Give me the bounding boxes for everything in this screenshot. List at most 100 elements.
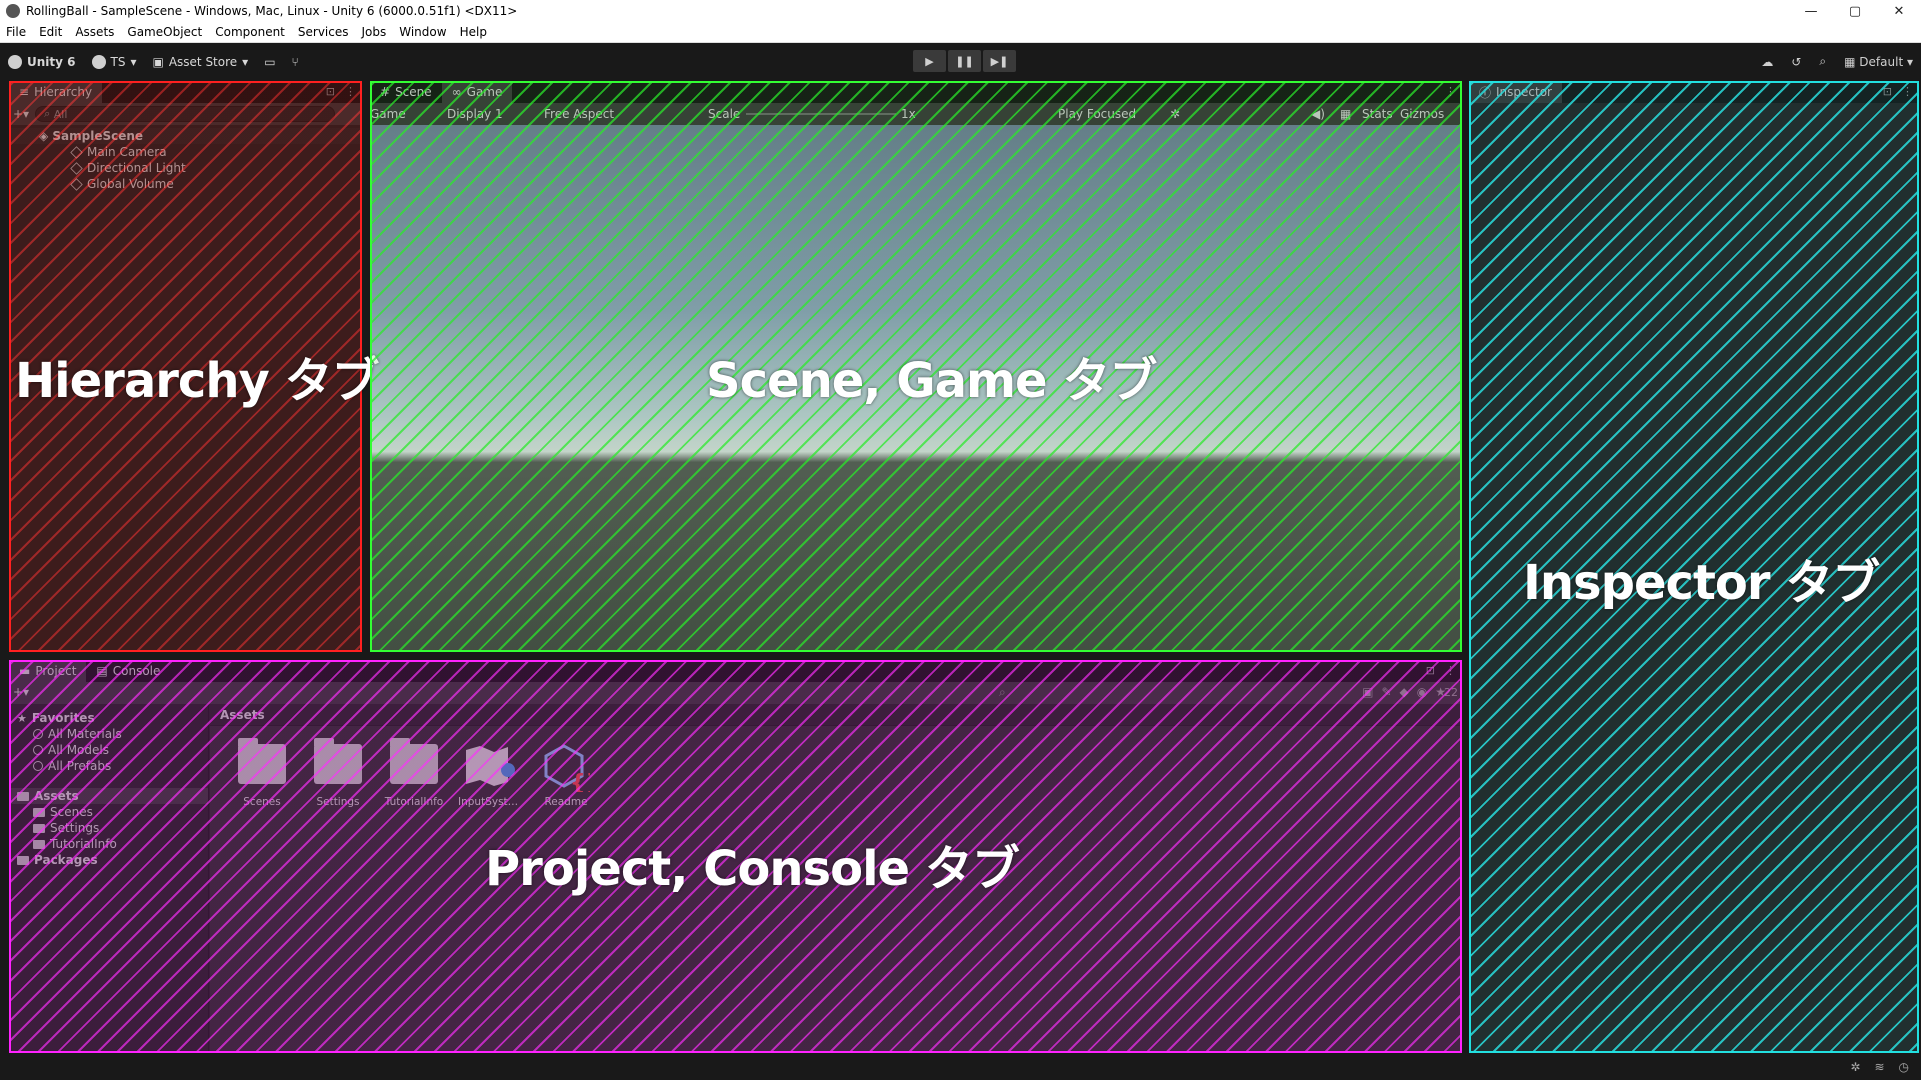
project-filter-icons[interactable]: ▣✎◆◉★	[1362, 685, 1454, 699]
favorites-label: Favorites	[31, 711, 95, 725]
layers-icon[interactable]: ≋	[1874, 1060, 1884, 1074]
tab-console[interactable]: ▤ Console	[86, 660, 171, 682]
more-icon[interactable]: ⋮	[1902, 85, 1913, 98]
tab-scene-label: Scene	[395, 85, 432, 99]
asset-label: TutorialInfo	[384, 796, 444, 808]
tab-game[interactable]: ∞ Game	[441, 81, 513, 103]
menu-gameobject[interactable]: GameObject	[127, 25, 202, 39]
menu-bar: File Edit Assets GameObject Component Se…	[0, 22, 1921, 43]
hierarchy-item-label: Global Volume	[87, 177, 174, 191]
hierarchy-item-directional-light[interactable]: Directional Light	[9, 160, 362, 176]
lock-icon[interactable]: ⊡	[326, 85, 335, 98]
more-icon[interactable]: ⋮	[1445, 664, 1456, 677]
version-control-button[interactable]: ⑂	[284, 50, 307, 74]
lock-icon[interactable]: ⊡	[1883, 85, 1892, 98]
favorites-header[interactable]: ★ Favorites	[9, 710, 208, 726]
tab-project[interactable]: ▬ Project	[9, 660, 87, 682]
search-icon[interactable]: ⌕	[1819, 54, 1826, 69]
tab-console-label: Console	[112, 664, 161, 678]
tab-hierarchy[interactable]: ≡ Hierarchy	[9, 81, 103, 103]
asset-item[interactable]: TutorialInfo	[384, 738, 444, 808]
layout-dropdown[interactable]: ▦ Default ▾	[1844, 55, 1913, 69]
asset-folder-item[interactable]: Settings	[9, 820, 208, 836]
folder-icon	[314, 738, 362, 784]
scene-game-panel: # Scene ∞ Game ⋮ Game Display 1 Free Asp…	[370, 81, 1462, 652]
breadcrumb[interactable]: Assets	[210, 704, 1462, 726]
bug-icon[interactable]: ✲	[1850, 1060, 1860, 1074]
asset-item[interactable]: InputSyste...	[458, 744, 522, 808]
window-controls: — ▢ ✕	[1789, 4, 1921, 19]
clock-icon[interactable]: ◷	[1899, 1060, 1909, 1074]
search-icon	[33, 745, 43, 755]
menu-component[interactable]: Component	[215, 25, 285, 39]
readme-icon: {}	[544, 744, 590, 792]
input-actions-icon	[466, 746, 515, 786]
favorite-item[interactable]: All Models	[9, 742, 208, 758]
play-controls: ▶ ❚❚ ▶❚	[913, 50, 1016, 72]
cloud-icon[interactable]: ☁	[1761, 55, 1773, 69]
menu-edit[interactable]: Edit	[39, 25, 62, 39]
asset-label: Readme	[544, 796, 588, 808]
add-icon[interactable]: +▾	[13, 107, 29, 121]
user-icon	[91, 54, 106, 69]
menu-jobs[interactable]: Jobs	[362, 25, 387, 39]
unity-logo-icon	[8, 54, 22, 69]
game-tab-tools: ⋮	[1445, 85, 1456, 98]
assets-root-item[interactable]: Assets	[9, 788, 208, 804]
bug-icon[interactable]: ✲	[1170, 107, 1180, 121]
scale-slider[interactable]	[746, 113, 896, 115]
hierarchy-scene-row[interactable]: ◈ SampleScene	[9, 128, 362, 144]
asset-item[interactable]: Scenes	[232, 738, 292, 808]
favorite-item[interactable]: All Materials	[9, 726, 208, 742]
hierarchy-search-input[interactable]: ⌕ All	[35, 106, 336, 122]
game-viewport[interactable]	[370, 125, 1462, 652]
add-icon[interactable]: +▾	[13, 685, 29, 699]
tab-inspector[interactable]: ⓘ Inspector	[1469, 81, 1562, 103]
more-icon[interactable]: ⋮	[345, 85, 356, 98]
assets-root-label: Assets	[34, 789, 79, 803]
mute-icon[interactable]: ◀)	[1311, 107, 1325, 121]
account-label: TS	[110, 54, 126, 69]
lock-icon[interactable]: ⊡	[1426, 664, 1435, 677]
pause-button[interactable]: ❚❚	[948, 50, 981, 72]
tab-scene[interactable]: # Scene	[370, 81, 442, 103]
hierarchy-item-main-camera[interactable]: Main Camera	[9, 144, 362, 160]
asset-item[interactable]: Settings	[308, 738, 368, 808]
aspect-dropdown[interactable]: Free Aspect	[544, 107, 614, 121]
more-icon[interactable]: ⋮	[1445, 85, 1456, 98]
chevron-down-icon: ▾	[130, 54, 137, 69]
packages-item[interactable]: Packages	[9, 852, 208, 868]
menu-help[interactable]: Help	[460, 25, 487, 39]
hierarchy-subbar: +▾ ⌕ All	[9, 103, 362, 125]
game-mode-dropdown[interactable]: Game	[370, 107, 406, 121]
asset-folder-item[interactable]: Scenes	[9, 804, 208, 820]
unity-account-button[interactable]: Unity 6	[0, 50, 84, 74]
toolbar-right: ☁ ↺ ⌕ ▦ Default ▾	[1761, 43, 1913, 80]
asset-folder-item[interactable]: TutorialInfo	[9, 836, 208, 852]
game-toolbar: Game Display 1 Free Aspect Scale 1x Play…	[370, 103, 1462, 125]
close-button[interactable]: ✕	[1877, 4, 1921, 19]
favorite-item[interactable]: All Prefabs	[9, 758, 208, 774]
minimize-button[interactable]: —	[1789, 4, 1833, 19]
stats-button[interactable]: Stats	[1362, 107, 1393, 121]
account-dropdown[interactable]: TS ▾	[84, 50, 145, 74]
play-focused-dropdown[interactable]: Play Focused	[1058, 107, 1136, 121]
gizmos-dropdown[interactable]: Gizmos	[1400, 107, 1444, 121]
folder-icon	[238, 738, 286, 784]
search-icon[interactable]: ⌕	[999, 685, 1006, 700]
play-button[interactable]: ▶	[913, 50, 946, 72]
menu-window[interactable]: Window	[399, 25, 446, 39]
asset-item[interactable]: {} Readme	[536, 744, 596, 808]
asset-store-dropdown[interactable]: ▣ Asset Store ▾	[144, 50, 256, 74]
menu-assets[interactable]: Assets	[75, 25, 114, 39]
step-button[interactable]: ▶❚	[983, 50, 1016, 72]
package-button[interactable]: ▭	[256, 50, 283, 74]
tab-game-label: Game	[466, 85, 503, 99]
maximize-button[interactable]: ▢	[1833, 4, 1877, 19]
search-placeholder: All	[53, 107, 68, 121]
hierarchy-item-global-volume[interactable]: Global Volume	[9, 176, 362, 192]
menu-file[interactable]: File	[6, 25, 26, 39]
display-dropdown[interactable]: Display 1	[447, 107, 503, 121]
menu-services[interactable]: Services	[298, 25, 349, 39]
history-icon[interactable]: ↺	[1791, 55, 1801, 69]
